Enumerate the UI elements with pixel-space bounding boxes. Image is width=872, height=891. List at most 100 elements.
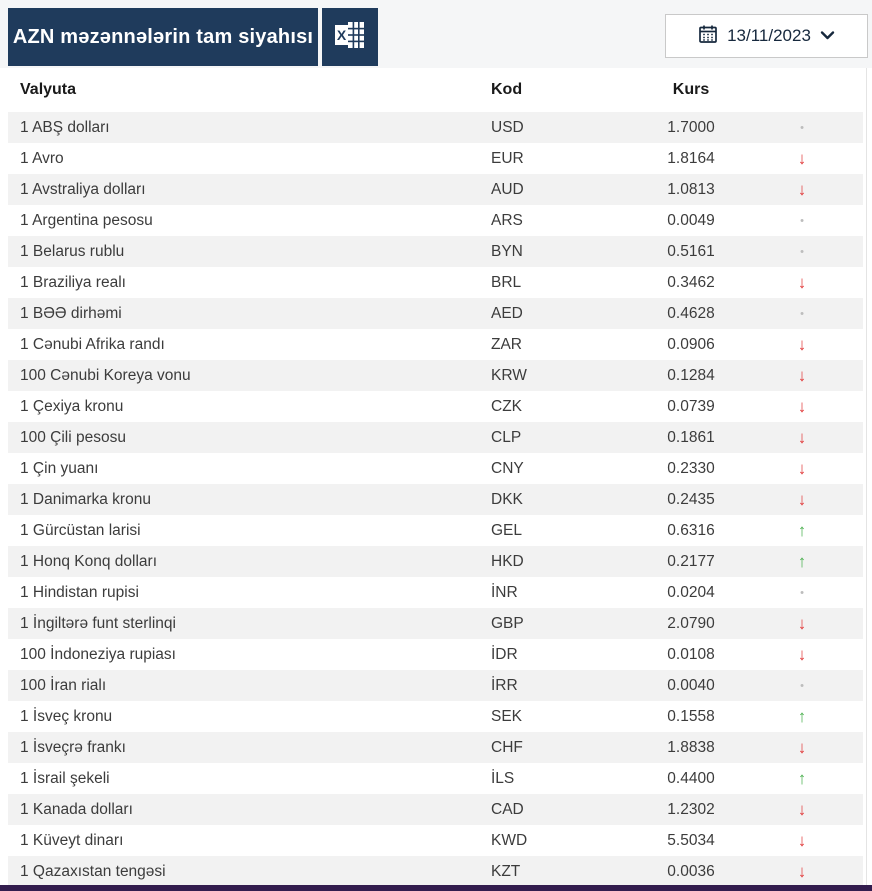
currency-rate: 0.1861	[641, 429, 741, 447]
footer-bar	[0, 885, 872, 891]
table-row: 1 Danimarka kronu DKK 0.2435 ↓	[8, 484, 863, 515]
table-row: 100 İndoneziya rupiası İDR 0.0108 ↓	[8, 639, 863, 670]
table-row: 1 Avstraliya dolları AUD 1.0813 ↓	[8, 174, 863, 205]
table-row: 100 İran rialı İRR 0.0040 •	[8, 670, 863, 701]
currency-name: 100 Çili pesosu	[8, 429, 491, 447]
currency-rate: 0.3462	[641, 274, 741, 292]
column-header-currency: Valyuta	[8, 81, 491, 99]
table-row: 1 Braziliya realı BRL 0.3462 ↓	[8, 267, 863, 298]
currency-code: AED	[491, 305, 641, 323]
trend-icon: ↑	[798, 707, 807, 726]
currency-name: 1 Çin yuanı	[8, 460, 491, 478]
trend-icon: •	[800, 587, 804, 599]
table-row: 1 İsrail şekeli İLS 0.4400 ↑	[8, 763, 863, 794]
trend-icon: ↓	[798, 490, 807, 509]
currency-rate: 0.5161	[641, 243, 741, 261]
trend-icon: ↓	[798, 862, 807, 881]
table-row: 1 Qazaxıstan tengəsi KZT 0.0036 ↓	[8, 856, 863, 887]
currency-name: 1 Danimarka kronu	[8, 491, 491, 509]
column-header-rate: Kurs	[641, 81, 741, 99]
currency-name: 100 İndoneziya rupiası	[8, 646, 491, 664]
currency-code: GBP	[491, 615, 641, 633]
trend-icon: ↓	[798, 614, 807, 633]
trend-icon: ↓	[798, 428, 807, 447]
currency-name: 1 İngiltərə funt sterlinqi	[8, 615, 491, 633]
currency-rate: 0.0040	[641, 677, 741, 695]
table-row: 1 İsveç kronu SEK 0.1558 ↑	[8, 701, 863, 732]
currency-rate: 1.0813	[641, 181, 741, 199]
trend-icon: ↓	[798, 831, 807, 850]
currency-rate: 0.1558	[641, 708, 741, 726]
currency-rate: 0.0108	[641, 646, 741, 664]
trend-icon: ↑	[798, 769, 807, 788]
currency-name: 1 Argentina pesosu	[8, 212, 491, 230]
currency-name: 1 ABŞ dolları	[8, 119, 491, 137]
rates-table: Valyuta Kod Kurs 1 ABŞ dolları USD 1.700…	[0, 68, 872, 887]
calendar-icon	[698, 24, 718, 49]
trend-icon: ↓	[798, 366, 807, 385]
table-row: 1 Kanada dolları CAD 1.2302 ↓	[8, 794, 863, 825]
currency-name: 1 Avro	[8, 150, 491, 168]
currency-name: 1 Çexiya kronu	[8, 398, 491, 416]
trend-icon: ↓	[798, 180, 807, 199]
currency-code: DKK	[491, 491, 641, 509]
currency-rate: 0.4628	[641, 305, 741, 323]
currency-code: EUR	[491, 150, 641, 168]
trend-icon: •	[800, 122, 804, 134]
currency-code: SEK	[491, 708, 641, 726]
currency-rate: 0.6316	[641, 522, 741, 540]
table-row: 1 ABŞ dolları USD 1.7000 •	[8, 112, 863, 143]
excel-export-button[interactable]: X	[322, 8, 378, 66]
currency-name: 1 Avstraliya dolları	[8, 181, 491, 199]
currency-code: HKD	[491, 553, 641, 571]
currency-code: CHF	[491, 739, 641, 757]
currency-code: AUD	[491, 181, 641, 199]
table-row: 1 Belarus rublu BYN 0.5161 •	[8, 236, 863, 267]
currency-code: CLP	[491, 429, 641, 447]
currency-rate: 5.5034	[641, 832, 741, 850]
trend-icon: •	[800, 308, 804, 320]
column-header-code: Kod	[491, 81, 641, 99]
table-row: 1 İsveçrə frankı CHF 1.8838 ↓	[8, 732, 863, 763]
currency-name: 1 Kanada dolları	[8, 801, 491, 819]
page-title: AZN məzənnələrin tam siyahısı	[13, 26, 313, 49]
trend-icon: ↓	[798, 273, 807, 292]
currency-rate: 0.2330	[641, 460, 741, 478]
table-row: 100 Çili pesosu CLP 0.1861 ↓	[8, 422, 863, 453]
currency-code: KWD	[491, 832, 641, 850]
table-body: 1 ABŞ dolları USD 1.7000 • 1 Avro EUR 1.…	[0, 112, 872, 887]
currency-rate: 0.4400	[641, 770, 741, 788]
currency-name: 1 Hindistan rupisi	[8, 584, 491, 602]
currency-code: İLS	[491, 770, 641, 788]
currency-code: İRR	[491, 677, 641, 695]
currency-code: CZK	[491, 398, 641, 416]
trend-icon: ↓	[798, 800, 807, 819]
table-row: 1 Cənubi Afrika randı ZAR 0.0906 ↓	[8, 329, 863, 360]
date-picker[interactable]: 13/11/2023	[665, 14, 868, 58]
currency-name: 1 Belarus rublu	[8, 243, 491, 261]
currency-name: 1 Qazaxıstan tengəsi	[8, 863, 491, 881]
currency-code: ZAR	[491, 336, 641, 354]
excel-icon: X	[334, 20, 366, 55]
currency-name: 1 Küveyt dinarı	[8, 832, 491, 850]
currency-name: 100 Cənubi Koreya vonu	[8, 367, 491, 385]
currency-rate: 0.0204	[641, 584, 741, 602]
currency-name: 1 Braziliya realı	[8, 274, 491, 292]
currency-name: 1 BƏƏ dirhəmi	[8, 305, 491, 323]
table-row: 1 BƏƏ dirhəmi AED 0.4628 •	[8, 298, 863, 329]
currency-rate: 1.7000	[641, 119, 741, 137]
exchange-rates-page: AZN məzənnələrin tam siyahısı X	[0, 0, 872, 891]
currency-rate: 0.2177	[641, 553, 741, 571]
currency-code: USD	[491, 119, 641, 137]
table-row: 100 Cənubi Koreya vonu KRW 0.1284 ↓	[8, 360, 863, 391]
trend-icon: ↓	[798, 459, 807, 478]
currency-rate: 2.0790	[641, 615, 741, 633]
trend-icon: ↓	[798, 645, 807, 664]
trend-icon: •	[800, 680, 804, 692]
table-row: 1 Argentina pesosu ARS 0.0049 •	[8, 205, 863, 236]
currency-rate: 0.0049	[641, 212, 741, 230]
currency-code: İNR	[491, 584, 641, 602]
currency-code: KZT	[491, 863, 641, 881]
currency-code: İDR	[491, 646, 641, 664]
table-row: 1 Hindistan rupisi İNR 0.0204 •	[8, 577, 863, 608]
